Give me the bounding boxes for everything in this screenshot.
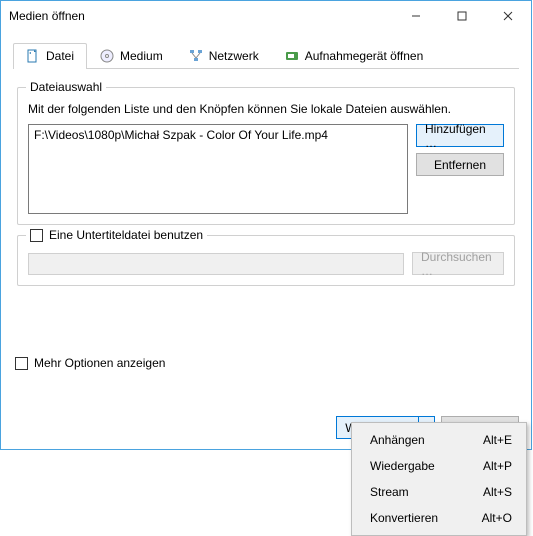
file-selection-group: Dateiauswahl Mit der folgenden Liste und…	[17, 87, 515, 225]
menu-item-stream[interactable]: Stream Alt+S	[352, 479, 526, 505]
menu-label: Wiedergabe	[370, 459, 435, 473]
menu-shortcut: Alt+E	[483, 433, 512, 447]
menu-item-play[interactable]: Wiedergabe Alt+P	[352, 453, 526, 479]
play-dropdown-menu: Anhängen Alt+E Wiedergabe Alt+P Stream A…	[351, 422, 527, 536]
menu-shortcut: Alt+O	[482, 511, 512, 525]
menu-shortcut: Alt+S	[483, 485, 512, 499]
use-subtitle-checkbox[interactable]	[30, 229, 43, 242]
menu-item-convert[interactable]: Konvertieren Alt+O	[352, 505, 526, 531]
remove-button[interactable]: Entfernen	[416, 153, 504, 176]
minimize-button[interactable]	[393, 1, 439, 31]
menu-shortcut: Alt+P	[483, 459, 512, 473]
browse-subtitle-button: Durchsuchen …	[412, 252, 504, 275]
group-title: Dateiauswahl	[26, 80, 106, 94]
file-panel: Dateiauswahl Mit der folgenden Liste und…	[13, 69, 519, 300]
more-options-checkbox[interactable]	[15, 357, 28, 370]
tab-label: Datei	[46, 49, 74, 63]
subtitle-path-input	[28, 253, 404, 275]
add-button[interactable]: Hinzufügen …	[416, 124, 504, 147]
menu-label: Konvertieren	[370, 511, 438, 525]
tab-bar: Datei Medium Netzwerk Aufnahmegerät öffn…	[13, 41, 519, 69]
close-button[interactable]	[485, 1, 531, 31]
more-options-label: Mehr Optionen anzeigen	[34, 356, 165, 370]
tab-file[interactable]: Datei	[13, 43, 87, 69]
menu-label: Stream	[370, 485, 409, 499]
maximize-button[interactable]	[439, 1, 485, 31]
open-media-dialog: Medien öffnen Datei Medium Netzwerk	[0, 0, 532, 450]
use-subtitle-label: Eine Untertiteldatei benutzen	[49, 228, 203, 242]
subtitle-group: Eine Untertiteldatei benutzen Durchsuche…	[17, 235, 515, 286]
menu-item-enqueue[interactable]: Anhängen Alt+E	[352, 427, 526, 453]
tab-disc[interactable]: Medium	[87, 43, 176, 68]
menu-label: Anhängen	[370, 433, 425, 447]
tab-label: Aufnahmegerät öffnen	[305, 49, 424, 63]
dialog-content: Datei Medium Netzwerk Aufnahmegerät öffn…	[1, 31, 531, 382]
window-controls	[393, 1, 531, 31]
file-list[interactable]: F:\Videos\1080p\Michał Szpak - Color Of …	[28, 124, 408, 214]
file-icon	[26, 49, 40, 63]
network-icon	[189, 49, 203, 63]
capture-icon	[285, 49, 299, 63]
tab-network[interactable]: Netzwerk	[176, 43, 272, 68]
tab-label: Medium	[120, 49, 163, 63]
tab-capture[interactable]: Aufnahmegerät öffnen	[272, 43, 437, 68]
tab-label: Netzwerk	[209, 49, 259, 63]
disc-icon	[100, 49, 114, 63]
window-title: Medien öffnen	[9, 9, 393, 23]
instruction-text: Mit der folgenden Liste und den Knöpfen …	[28, 102, 504, 116]
file-list-item[interactable]: F:\Videos\1080p\Michał Szpak - Color Of …	[31, 127, 405, 143]
titlebar: Medien öffnen	[1, 1, 531, 31]
